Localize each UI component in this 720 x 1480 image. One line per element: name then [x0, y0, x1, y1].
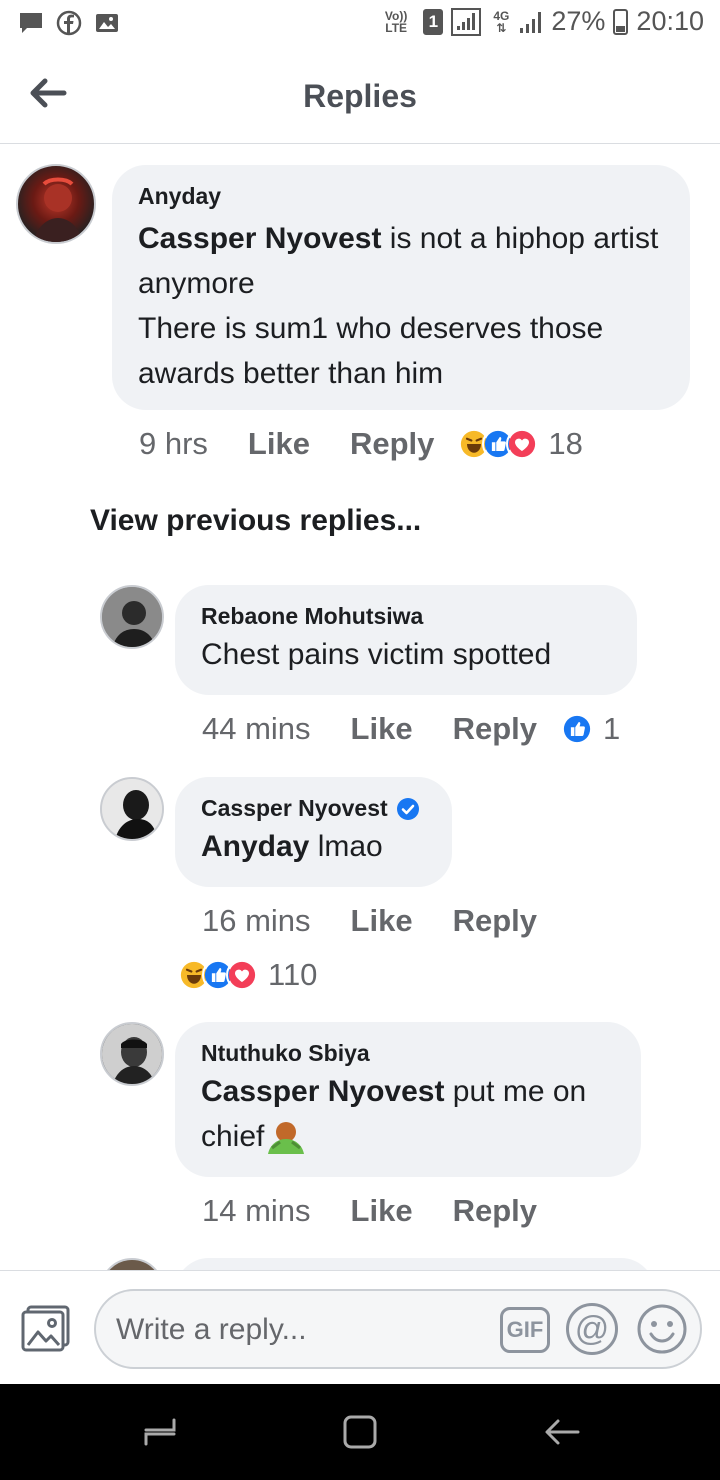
reaction-count: 110 — [268, 957, 318, 992]
avatar[interactable] — [16, 164, 96, 244]
reply-author-row: Cassper Nyovest — [201, 795, 426, 822]
mention-link[interactable]: Cassper Nyovest — [201, 1075, 444, 1108]
chat-icon — [20, 13, 42, 33]
like-button[interactable]: Like — [248, 426, 310, 462]
volte-icon: Vo)) LTE — [384, 8, 408, 35]
data-arrows-icon: ⇅ — [496, 20, 507, 35]
status-bar: Vo)) LTE 1 4G ⇅ 27% 20:10 — [0, 0, 720, 48]
mention-link[interactable]: Cassper Nyovest — [138, 222, 381, 255]
comment-text: Cassper Nyovest is not a hiphop artist a… — [138, 222, 659, 300]
clock: 20:10 — [636, 6, 704, 36]
like-reaction-icon — [561, 713, 593, 745]
reply-bubble[interactable]: Ntuthuko Sbiya Cassper Nyovest put me on… — [175, 1022, 641, 1177]
reply-text: Cassper Nyovest put me on — [201, 1075, 587, 1108]
reply-meta: 44 mins Like Reply 1 — [202, 711, 620, 747]
avatar[interactable] — [100, 777, 164, 841]
system-nav-bar — [0, 1384, 720, 1480]
reply-bubble[interactable]: Cassper Nyovest Anyday lmao — [175, 777, 452, 887]
reaction-count: 1 — [603, 711, 621, 746]
sim-badge: 1 — [423, 8, 444, 35]
comment-text-line2: There is sum1 who deserves those awards … — [138, 312, 604, 390]
photo-icon[interactable] — [20, 1303, 72, 1355]
reply-button[interactable]: Reply — [453, 711, 537, 747]
comment-meta: 9 hrs Like Reply 18 — [139, 426, 583, 462]
timestamp: 44 mins — [202, 711, 311, 746]
avatar[interactable] — [100, 585, 164, 649]
reply-composer: GIF @ — [0, 1270, 720, 1384]
reply-bubble[interactable]: Rebaone Mohutsiwa Chest pains victim spo… — [175, 585, 637, 695]
like-button[interactable]: Like — [351, 711, 413, 747]
home-icon[interactable] — [340, 1412, 380, 1452]
recent-apps-icon[interactable] — [140, 1412, 180, 1452]
reply-text: Chest pains victim spotted — [201, 638, 552, 671]
reply-author[interactable]: Cassper Nyovest — [201, 795, 388, 822]
signal-bars-icon — [520, 11, 542, 33]
header: Replies — [0, 48, 720, 144]
avatar[interactable] — [100, 1022, 164, 1086]
love-reaction-icon — [506, 428, 539, 460]
verified-badge-icon — [396, 797, 419, 820]
comment-bubble[interactable]: Anyday Cassper Nyovest is not a hiphop a… — [112, 165, 690, 410]
mention-link[interactable]: Anyday — [201, 830, 309, 863]
like-button[interactable]: Like — [351, 1193, 413, 1229]
reply-button[interactable]: Reply — [453, 903, 537, 939]
reply-meta: 14 mins Like Reply — [202, 1193, 537, 1229]
like-button[interactable]: Like — [351, 903, 413, 939]
love-reaction-icon — [226, 959, 258, 991]
person-bowing-emoji — [268, 1121, 305, 1154]
timestamp: 16 mins — [202, 903, 311, 938]
back-nav-icon[interactable] — [542, 1412, 582, 1452]
reply-input[interactable] — [116, 1309, 486, 1351]
network-type: 4G — [493, 8, 510, 23]
reactions-summary[interactable]: 18 — [458, 426, 583, 462]
gif-button[interactable]: GIF — [500, 1307, 550, 1353]
reactions-summary[interactable]: 1 — [561, 711, 620, 747]
comment-author[interactable]: Anyday — [138, 183, 664, 210]
reply-author[interactable]: Ntuthuko Sbiya — [201, 1040, 615, 1067]
reply-meta: 16 mins Like Reply — [202, 903, 537, 939]
battery-percent: 27% — [551, 6, 606, 36]
timestamp: 9 hrs — [139, 426, 208, 461]
reply-text: Anyday lmao — [201, 830, 383, 863]
reply-input-box[interactable]: GIF @ — [94, 1289, 702, 1369]
mention-button[interactable]: @ — [566, 1303, 618, 1355]
view-previous-replies-link[interactable]: View previous replies... — [90, 504, 421, 538]
timestamp: 14 mins — [202, 1193, 311, 1228]
reply-button[interactable]: Reply — [453, 1193, 537, 1229]
page-title: Replies — [303, 78, 417, 114]
reply-button[interactable]: Reply — [350, 426, 434, 462]
gallery-icon — [96, 14, 118, 32]
signal-icon — [451, 7, 482, 36]
reply-text-line2: chief — [201, 1114, 615, 1159]
emoji-icon[interactable] — [636, 1303, 688, 1355]
reaction-count: 18 — [548, 426, 583, 461]
battery-icon — [613, 8, 629, 35]
facebook-icon — [56, 10, 82, 36]
reply-author[interactable]: Rebaone Mohutsiwa — [201, 603, 611, 630]
reactions-summary[interactable]: 110 — [178, 957, 317, 993]
